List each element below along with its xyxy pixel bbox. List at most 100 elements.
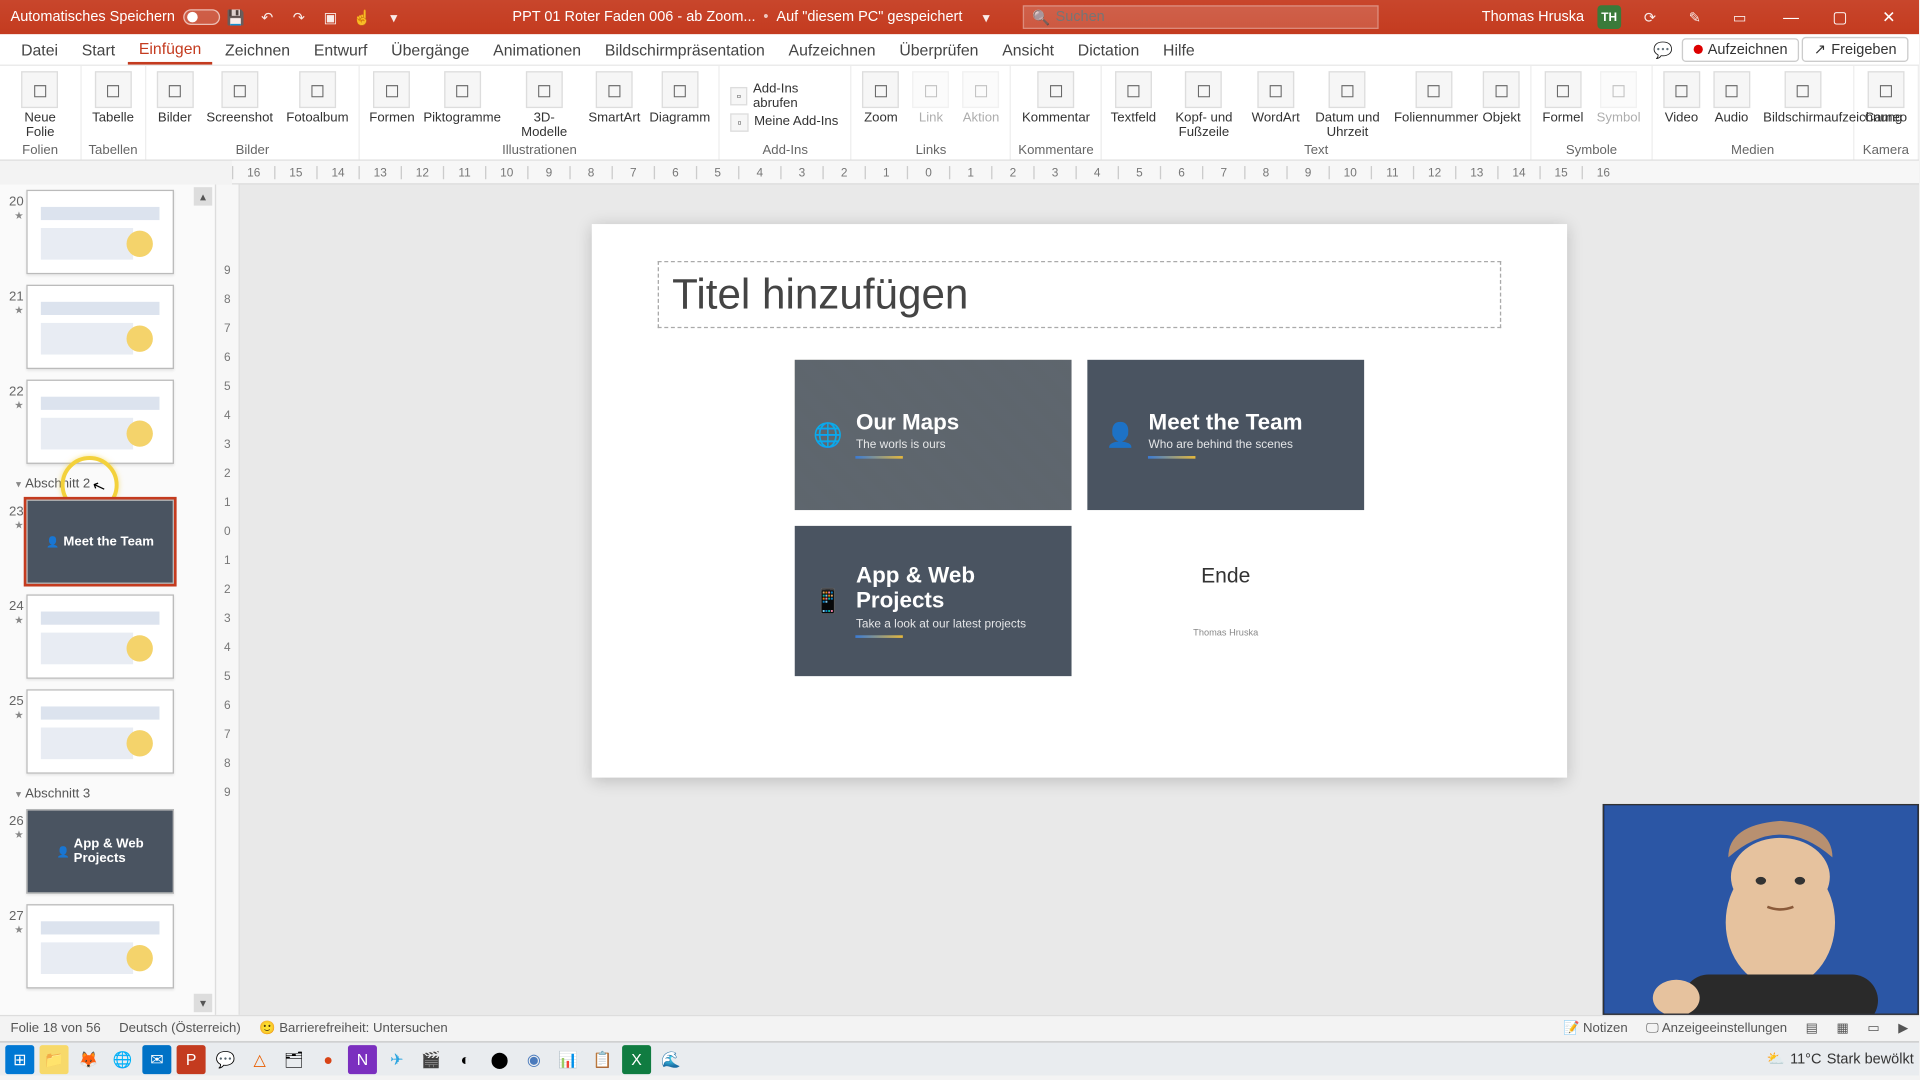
- slide-thumbnail[interactable]: 👤Meet the Team: [26, 500, 174, 584]
- taskbar-telegram-icon[interactable]: ✈: [382, 1045, 411, 1074]
- thumb-scroll-up[interactable]: ▴: [194, 187, 212, 205]
- search-input[interactable]: [1056, 9, 1370, 25]
- record-button[interactable]: Aufzeichnen: [1681, 38, 1799, 62]
- minimize-button[interactable]: —: [1769, 8, 1814, 26]
- slide-title-placeholder[interactable]: Titel hinzufügen: [658, 261, 1502, 328]
- slide-thumbnail-row[interactable]: 27★: [3, 904, 210, 988]
- coming-soon-icon[interactable]: ✎: [1684, 7, 1705, 28]
- taskbar-edge-icon[interactable]: 🌊: [656, 1045, 685, 1074]
- slide-thumbnail-row[interactable]: 21★: [3, 285, 210, 369]
- ribbon-foliennummer[interactable]: ◻Foliennummer: [1392, 69, 1475, 144]
- slide-thumbnail-row[interactable]: 24★: [3, 594, 210, 678]
- ribbon-video[interactable]: ◻Video: [1658, 69, 1705, 144]
- search-box[interactable]: 🔍: [1023, 5, 1379, 29]
- ribbon-screenshot[interactable]: ◻Screenshot: [201, 69, 278, 144]
- ribbon-fotoalbum[interactable]: ◻Fotoalbum: [281, 69, 354, 144]
- ribbon-objekt[interactable]: ◻Objekt: [1478, 69, 1525, 144]
- zoom-card-projects[interactable]: 📱 App & Web Projects Take a look at our …: [795, 526, 1072, 676]
- slide-thumbnail[interactable]: [26, 190, 174, 274]
- ribbon-kopf--und-fußzeile[interactable]: ◻Kopf- und Fußzeile: [1162, 69, 1245, 144]
- status-language[interactable]: Deutsch (Österreich): [119, 1021, 241, 1035]
- ribbon-zoom[interactable]: ◻Zoom: [857, 69, 904, 144]
- section-header[interactable]: Abschnitt 2↖: [0, 474, 215, 494]
- share-button[interactable]: ↗Freigeben: [1802, 37, 1908, 62]
- start-button[interactable]: ⊞: [5, 1045, 34, 1074]
- ribbon-bildschirmaufzeichnung[interactable]: ◻Bildschirmaufzeichnung: [1758, 69, 1848, 144]
- taskbar-app5-icon[interactable]: ◐: [451, 1045, 480, 1074]
- tab-start[interactable]: Start: [71, 36, 125, 62]
- tab-einfuegen[interactable]: Einfügen: [128, 35, 212, 64]
- section-header[interactable]: Abschnitt 3: [0, 784, 215, 804]
- maximize-button[interactable]: ▢: [1817, 8, 1862, 26]
- slide-thumbnail[interactable]: [26, 904, 174, 988]
- undo-icon[interactable]: ↶: [257, 7, 278, 28]
- ribbon-3d--modelle[interactable]: ◻3D- Modelle: [506, 69, 582, 144]
- sync-icon[interactable]: ⟳: [1639, 7, 1660, 28]
- save-icon[interactable]: 💾: [225, 7, 246, 28]
- current-slide[interactable]: Titel hinzufügen 🌐 Our Maps The worls is…: [592, 224, 1567, 778]
- view-normal-icon[interactable]: ▤: [1806, 1021, 1818, 1035]
- ribbon-bilder[interactable]: ◻Bilder: [151, 69, 198, 144]
- ribbon-formen[interactable]: ◻Formen: [366, 69, 419, 144]
- taskbar-app-icon[interactable]: 💬: [211, 1045, 240, 1074]
- slide-thumbnail[interactable]: [26, 689, 174, 773]
- ribbon-textfeld[interactable]: ◻Textfeld: [1107, 69, 1159, 144]
- ribbon-piktogramme[interactable]: ◻Piktogramme: [421, 69, 503, 144]
- thumb-scroll-down[interactable]: ▾: [194, 994, 212, 1012]
- taskbar-firefox-icon[interactable]: 🦊: [74, 1045, 103, 1074]
- ribbon-display-icon[interactable]: ▭: [1729, 7, 1750, 28]
- taskbar-app3-icon[interactable]: ●: [314, 1045, 343, 1074]
- ribbon-wordart[interactable]: ◻WordArt: [1248, 69, 1303, 144]
- ribbon-symbol[interactable]: ◻Symbol: [1591, 69, 1646, 144]
- tab-aufzeichnen[interactable]: Aufzeichnen: [778, 36, 886, 62]
- taskbar-outlook-icon[interactable]: ✉: [142, 1045, 171, 1074]
- tab-uebergaenge[interactable]: Übergänge: [381, 36, 480, 62]
- tab-ansicht[interactable]: Ansicht: [992, 36, 1065, 62]
- taskbar-vlc-icon[interactable]: △: [245, 1045, 274, 1074]
- zoom-card-ende[interactable]: Ende Thomas Hruska: [1087, 526, 1364, 676]
- status-accessibility[interactable]: 🙂 Barrierefreiheit: Untersuchen: [259, 1021, 448, 1035]
- view-slideshow-icon[interactable]: ▶: [1898, 1021, 1908, 1035]
- taskbar-app6-icon[interactable]: ◉: [519, 1045, 548, 1074]
- taskbar-chrome-icon[interactable]: 🌐: [108, 1045, 137, 1074]
- tab-entwurf[interactable]: Entwurf: [303, 36, 378, 62]
- ribbon-formel[interactable]: ◻Formel: [1537, 69, 1589, 144]
- ribbon-kommentar[interactable]: ◻Kommentar: [1017, 69, 1096, 144]
- slide-thumbnail-row[interactable]: 25★: [3, 689, 210, 773]
- ribbon-add-ins-abrufen[interactable]: ▫Add-Ins abrufen: [730, 81, 840, 110]
- taskbar-obs-icon[interactable]: ⬤: [485, 1045, 514, 1074]
- tab-hilfe[interactable]: Hilfe: [1153, 36, 1206, 62]
- taskbar-powerpoint-icon[interactable]: P: [177, 1045, 206, 1074]
- taskbar-excel-icon[interactable]: X: [622, 1045, 651, 1074]
- taskbar-onenote-icon[interactable]: N: [348, 1045, 377, 1074]
- tab-zeichnen[interactable]: Zeichnen: [214, 36, 300, 62]
- ribbon-diagramm[interactable]: ◻Diagramm: [646, 69, 713, 144]
- slide-thumbnail-row[interactable]: 22★: [3, 380, 210, 464]
- slide-thumbnail-row[interactable]: 20★: [3, 190, 210, 274]
- taskbar-app4-icon[interactable]: 🎬: [416, 1045, 445, 1074]
- tab-datei[interactable]: Datei: [11, 36, 69, 62]
- slide-thumbnail[interactable]: [26, 594, 174, 678]
- status-display-settings[interactable]: 🖵 Anzeigeeinstellungen: [1646, 1021, 1787, 1035]
- ribbon-tabelle[interactable]: ◻Tabelle: [87, 69, 139, 144]
- ribbon-audio[interactable]: ◻Audio: [1708, 69, 1755, 144]
- tab-bildschirmpraesentation[interactable]: Bildschirmpräsentation: [594, 36, 775, 62]
- qat-more-icon[interactable]: ▾: [383, 7, 404, 28]
- ribbon-datum-und-uhrzeit[interactable]: ◻Datum und Uhrzeit: [1306, 69, 1389, 144]
- slide-thumbnail-row[interactable]: 23★👤Meet the Team: [3, 500, 210, 584]
- taskbar-app7-icon[interactable]: 📊: [554, 1045, 583, 1074]
- ribbon-neue-folie[interactable]: ◻Neue Folie: [5, 69, 75, 144]
- slide-thumbnail[interactable]: [26, 380, 174, 464]
- redo-icon[interactable]: ↷: [288, 7, 309, 28]
- view-sorter-icon[interactable]: ▦: [1836, 1021, 1848, 1035]
- slideshow-icon[interactable]: ▣: [320, 7, 341, 28]
- slide-thumbnail[interactable]: [26, 285, 174, 369]
- ribbon-link[interactable]: ◻Link: [907, 69, 954, 144]
- status-notes[interactable]: 📝 Notizen: [1563, 1021, 1628, 1035]
- zoom-card-team[interactable]: 👤 Meet the Team Who are behind the scene…: [1087, 360, 1364, 510]
- slide-panel[interactable]: ▴ 20★ 21★ 22★ Abschnitt 2↖ 23★👤Meet the Team…: [0, 185, 216, 1015]
- tab-animationen[interactable]: Animationen: [483, 36, 592, 62]
- ribbon-cameo[interactable]: ◻Cameo: [1859, 69, 1912, 144]
- ribbon-aktion[interactable]: ◻Aktion: [957, 69, 1004, 144]
- close-button[interactable]: ✕: [1866, 8, 1911, 26]
